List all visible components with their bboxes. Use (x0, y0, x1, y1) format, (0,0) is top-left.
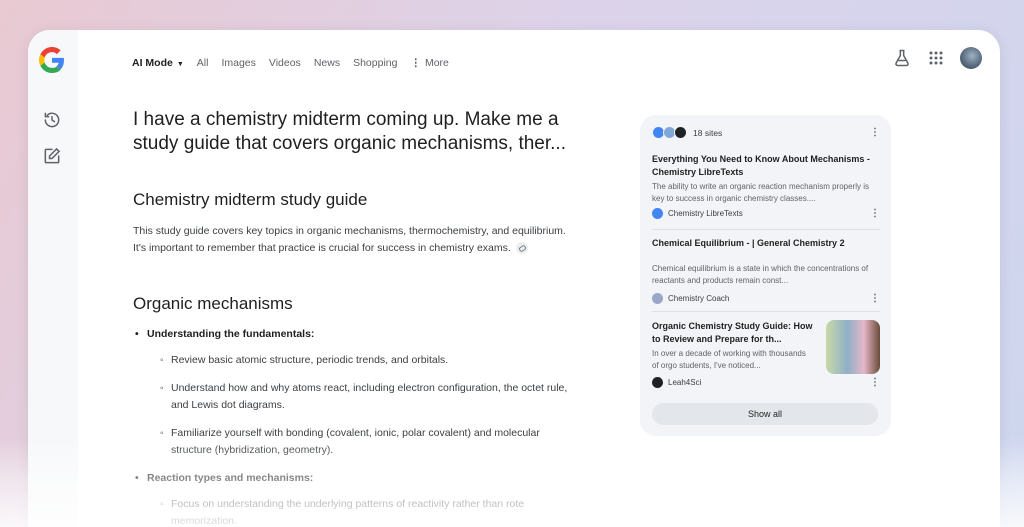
tab-more-label: More (424, 57, 449, 69)
leah4sci-favicon-icon (674, 126, 687, 139)
tab-shopping[interactable]: Shopping (353, 57, 397, 69)
source-card[interactable]: Everything You Need to Know About Mechan… (652, 153, 880, 223)
flask-icon[interactable] (892, 48, 912, 68)
divider (652, 311, 880, 312)
caret-down-icon: ▼ (176, 61, 184, 68)
list-item: Understanding the fundamentals: Review b… (133, 326, 573, 459)
source-title[interactable]: Organic Chemistry Study Guide: How to Re… (652, 320, 817, 346)
list-item: Review basic atomic structure, periodic … (160, 352, 573, 369)
tab-more[interactable]: ⋮ More (410, 57, 448, 69)
section-heading: Organic mechanisms (133, 294, 293, 313)
source-snippet: In over a decade of working with thousan… (652, 349, 806, 370)
leah4sci-icon (652, 377, 663, 388)
tab-ai-mode[interactable]: AI Mode ▼ (132, 57, 184, 69)
search-mode-tabs: AI Mode ▼ All Images Videos News Shopping… (132, 55, 462, 71)
bullet-list: Understanding the fundamentals: Review b… (133, 326, 573, 527)
sources-count: 18 sites (693, 127, 723, 138)
sources-panel: 18 sites ⋮ Everything You Need to Know A… (640, 115, 891, 436)
more-options-icon[interactable]: ⋮ (870, 377, 880, 389)
source-site: Leah4Sci (652, 377, 701, 388)
source-card[interactable]: Organic Chemistry Study Guide: How to Re… (652, 320, 880, 395)
tab-images[interactable]: Images (221, 57, 255, 69)
avatar[interactable] (960, 47, 982, 69)
history-icon[interactable] (42, 110, 62, 130)
edit-icon[interactable] (42, 146, 62, 166)
list-item: Familiarize yourself with bonding (coval… (160, 425, 573, 459)
apps-grid-icon[interactable] (926, 48, 946, 68)
google-logo-icon[interactable] (39, 47, 65, 73)
browser-window: AI Mode ▼ All Images Videos News Shopping… (28, 30, 1000, 527)
source-site: Chemistry LibreTexts (652, 208, 743, 219)
flask-icon (652, 293, 663, 304)
answer-intro: This study guide covers key topics in or… (133, 223, 573, 257)
libretexts-icon (652, 208, 663, 219)
list-item: Understand how and why atoms react, incl… (160, 380, 573, 414)
show-all-button[interactable]: Show all (652, 403, 878, 425)
page-title: I have a chemistry midterm coming up. Ma… (133, 109, 566, 154)
left-rail (28, 30, 78, 527)
tab-news[interactable]: News (314, 57, 340, 69)
source-card[interactable]: Chemical Equilibrium - | General Chemist… (652, 237, 880, 305)
source-title[interactable]: Chemical Equilibrium - | General Chemist… (652, 237, 880, 250)
answer-content: I have a chemistry midterm coming up. Ma… (133, 108, 573, 527)
source-title[interactable]: Everything You Need to Know About Mechan… (652, 153, 880, 179)
source-site-name: Chemistry LibreTexts (668, 209, 743, 218)
list-item: Reaction types and mechanisms: Focus on … (133, 470, 573, 527)
answer-intro-text: This study guide covers key topics in or… (133, 225, 566, 254)
tab-ai-mode-label: AI Mode (132, 57, 173, 69)
header-actions (892, 47, 982, 69)
tab-all[interactable]: All (197, 57, 209, 69)
bullet-label: Reaction types and mechanisms: (147, 472, 314, 484)
source-thumbnail[interactable] (826, 320, 880, 374)
source-snippet: The ability to write an organic reaction… (652, 182, 869, 203)
sub-bullet-list: Review basic atomic structure, periodic … (147, 352, 573, 459)
more-options-icon[interactable]: ⋮ (870, 293, 880, 305)
source-site-name: Chemistry Coach (668, 294, 730, 303)
more-options-icon[interactable]: ⋮ (870, 127, 880, 139)
answer-heading: Chemistry midterm study guide (133, 190, 368, 209)
list-item: Focus on understanding the underlying pa… (160, 496, 573, 527)
sub-bullet-list: Focus on understanding the underlying pa… (147, 496, 573, 527)
divider (652, 229, 880, 230)
source-site-name: Leah4Sci (668, 378, 702, 387)
link-icon[interactable] (515, 242, 528, 255)
tab-videos[interactable]: Videos (269, 57, 301, 69)
more-vert-icon: ⋮ (410, 57, 421, 69)
source-snippet: Chemical equilibrium is a state in which… (652, 264, 869, 285)
sources-header[interactable]: 18 sites (652, 126, 722, 139)
more-options-icon[interactable]: ⋮ (870, 208, 880, 220)
source-site: Chemistry Coach (652, 293, 729, 304)
bullet-label: Understanding the fundamentals: (147, 328, 315, 340)
